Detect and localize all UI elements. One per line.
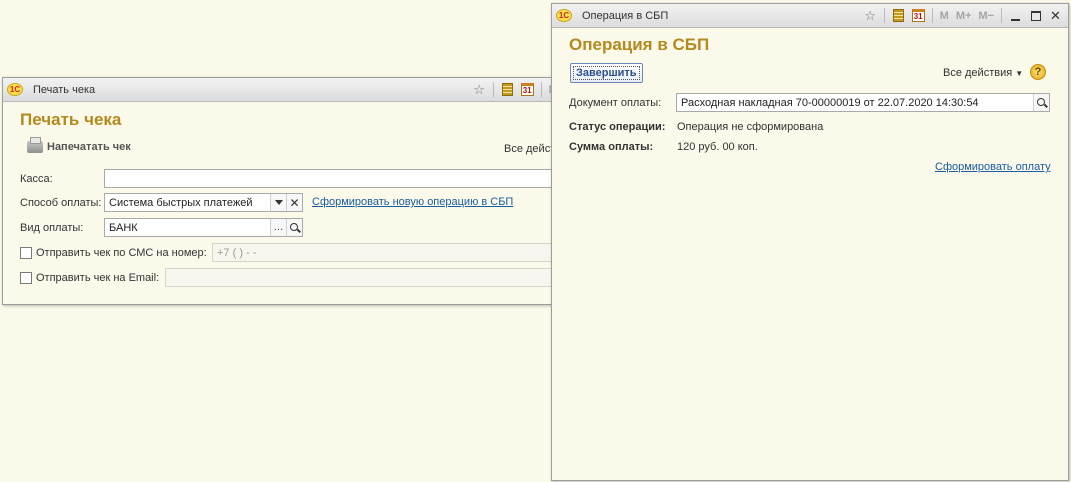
minimize-icon[interactable] <box>1007 7 1024 24</box>
chevron-down-icon: ▼ <box>1015 69 1024 78</box>
maximize-icon[interactable] <box>1027 7 1044 24</box>
kassa-input[interactable] <box>104 169 564 188</box>
calculator-icon[interactable] <box>499 81 516 98</box>
payment-method-label: Способ оплаты: <box>20 197 102 209</box>
send-sms-label: Отправить чек по СМС на номер: <box>36 247 207 259</box>
toolbar-separator <box>1001 8 1002 23</box>
payment-document-label: Документ оплаты: <box>569 97 662 109</box>
sbp-operation-window: 1С Операция в СБП ☆ 31 M M+ M− ✕ Операци… <box>551 3 1069 481</box>
payment-type-label: Вид оплаты: <box>20 222 84 234</box>
printer-icon <box>27 137 43 153</box>
send-email-label: Отправить чек на Email: <box>36 272 160 284</box>
search-icon[interactable] <box>286 219 302 236</box>
close-icon[interactable]: ✕ <box>1047 7 1064 24</box>
operation-status-value: Операция не сформирована <box>677 121 824 133</box>
toolbar-separator <box>540 82 542 97</box>
sbp-operation-titlebar[interactable]: 1С Операция в СБП ☆ 31 M M+ M− ✕ <box>552 4 1068 28</box>
all-actions-menu[interactable]: Все дейст <box>504 143 555 155</box>
payment-method-select[interactable]: Система быстрых платежей ✕ <box>104 193 303 212</box>
1c-logo-icon: 1С <box>7 83 23 96</box>
payment-sum-value: 120 руб. 00 коп. <box>677 141 758 153</box>
sms-phone-input[interactable]: +7 ( ) - - <box>212 243 564 262</box>
print-receipt-titlebar[interactable]: 1С Печать чека ☆ 31 M M <box>3 78 556 102</box>
dropdown-icon[interactable] <box>270 194 286 211</box>
form-header: Операция в СБП <box>569 35 710 54</box>
toolbar-separator <box>492 82 494 97</box>
calculator-icon[interactable] <box>890 7 907 24</box>
operation-status-label: Статус операции: <box>569 121 666 133</box>
ellipsis-icon[interactable]: … <box>270 219 286 236</box>
toolbar-separator <box>883 8 885 23</box>
calendar-icon[interactable]: 31 <box>910 7 927 24</box>
window-title: Операция в СБП <box>582 9 669 22</box>
favorite-star-icon[interactable]: ☆ <box>471 81 488 98</box>
memory-m-button[interactable]: M <box>938 10 951 22</box>
print-receipt-window: 1С Печать чека ☆ 31 M M Печать чека Напе… <box>2 77 564 305</box>
payment-type-input[interactable]: БАНК … <box>104 218 303 237</box>
window-title: Печать чека <box>33 83 96 96</box>
toolbar-separator <box>931 8 933 23</box>
payment-document-input[interactable]: Расходная накладная 70-00000019 от 22.07… <box>676 93 1050 112</box>
finish-button[interactable]: Завершить <box>570 63 643 83</box>
search-icon[interactable] <box>1033 94 1049 111</box>
clear-icon[interactable]: ✕ <box>286 194 302 211</box>
all-actions-menu[interactable]: Все действия ▼ <box>943 67 1023 79</box>
memory-mplus-button[interactable]: M+ <box>954 10 974 22</box>
memory-mminus-button[interactable]: M− <box>976 10 996 22</box>
send-email-checkbox[interactable] <box>20 272 32 284</box>
kassa-label: Касса: <box>20 173 53 185</box>
favorite-star-icon[interactable]: ☆ <box>862 7 879 24</box>
form-payment-link[interactable]: Сформировать оплату <box>935 161 1051 173</box>
form-header: Печать чека <box>20 110 122 129</box>
send-sms-checkbox[interactable] <box>20 247 32 259</box>
print-receipt-button[interactable]: Напечатать чек <box>27 137 131 153</box>
calendar-icon[interactable]: 31 <box>519 81 536 98</box>
payment-sum-label: Сумма оплаты: <box>569 141 654 153</box>
1c-logo-icon: 1С <box>556 9 572 22</box>
help-icon[interactable]: ? <box>1030 64 1046 80</box>
create-sbp-operation-link[interactable]: Сформировать новую операцию в СБП <box>312 196 513 208</box>
email-input[interactable] <box>165 268 564 287</box>
